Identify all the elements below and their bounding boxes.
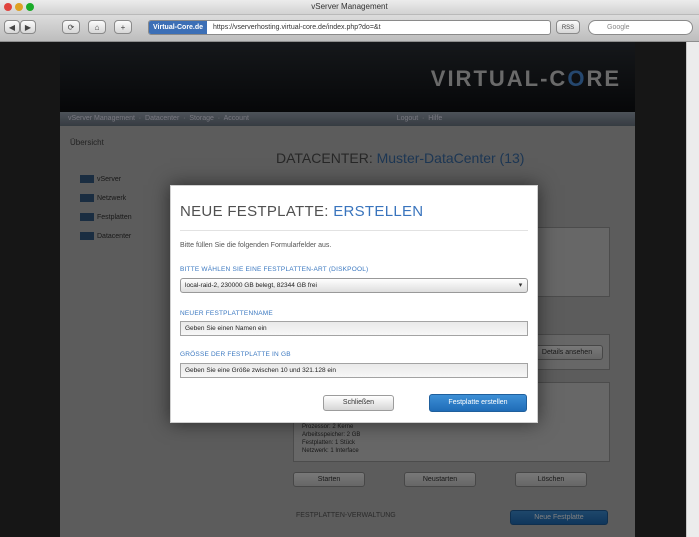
window-titlebar: vServer Management <box>0 0 699 15</box>
close-button[interactable]: Schließen <box>323 395 394 411</box>
disk-size-input[interactable]: Geben Sie eine Größe zwischen 10 und 321… <box>180 363 528 378</box>
disk-name-label: NEUER FESTPLATTENNAME <box>180 310 273 317</box>
dialog-title: NEUE FESTPLATTE: ERSTELLEN <box>180 203 423 220</box>
search-field[interactable]: Google <box>588 20 693 35</box>
back-button[interactable]: ◀ <box>4 20 20 34</box>
diskpool-select[interactable]: local-raid-2, 230000 GB belegt, 82344 GB… <box>180 278 528 293</box>
disk-size-label: GRÖSSE DER FESTPLATTE IN GB <box>180 351 291 358</box>
forward-button[interactable]: ▶ <box>20 20 36 34</box>
close-window-icon[interactable] <box>4 3 12 11</box>
url-text: https://vserverhosting.virtual-core.de/i… <box>213 24 381 31</box>
window-title: vServer Management <box>311 2 388 11</box>
minimize-window-icon[interactable] <box>15 3 23 11</box>
dialog-divider <box>180 230 528 231</box>
chevron-down-icon[interactable]: ▾ <box>516 281 525 290</box>
search-placeholder: Google <box>607 24 630 31</box>
address-bar[interactable]: Virtual-Core.de https://vserverhosting.v… <box>148 20 551 35</box>
dialog-title-action: ERSTELLEN <box>333 203 424 220</box>
site-identity-badge[interactable]: Virtual-Core.de <box>149 21 208 34</box>
add-bookmark-button[interactable]: + <box>114 20 132 34</box>
create-disk-button[interactable]: Festplatte erstellen <box>429 394 527 412</box>
dialog-intro-text: Bitte füllen Sie die folgenden Formularf… <box>180 242 332 249</box>
disk-name-placeholder: Geben Sie einen Namen ein <box>185 325 267 332</box>
diskpool-label: BITTE WÄHLEN SIE EINE FESTPLATTEN-ART (D… <box>180 266 369 273</box>
reload-button[interactable]: ⟳ <box>62 20 80 34</box>
rss-button[interactable]: RSS <box>556 20 580 34</box>
new-disk-dialog: NEUE FESTPLATTE: ERSTELLEN Bitte füllen … <box>170 185 538 423</box>
home-button[interactable]: ⌂ <box>88 20 106 34</box>
zoom-window-icon[interactable] <box>26 3 34 11</box>
diskpool-selected-value: local-raid-2, 230000 GB belegt, 82344 GB… <box>185 282 317 289</box>
disk-name-input[interactable]: Geben Sie einen Namen ein <box>180 321 528 336</box>
page-scrollbar[interactable] <box>686 42 699 537</box>
disk-size-placeholder: Geben Sie eine Größe zwischen 10 und 321… <box>185 367 337 374</box>
dialog-title-prefix: NEUE FESTPLATTE: <box>180 203 334 220</box>
browser-toolbar: ◀ ▶ ⟳ ⌂ + Virtual-Core.de https://vserve… <box>0 15 699 42</box>
